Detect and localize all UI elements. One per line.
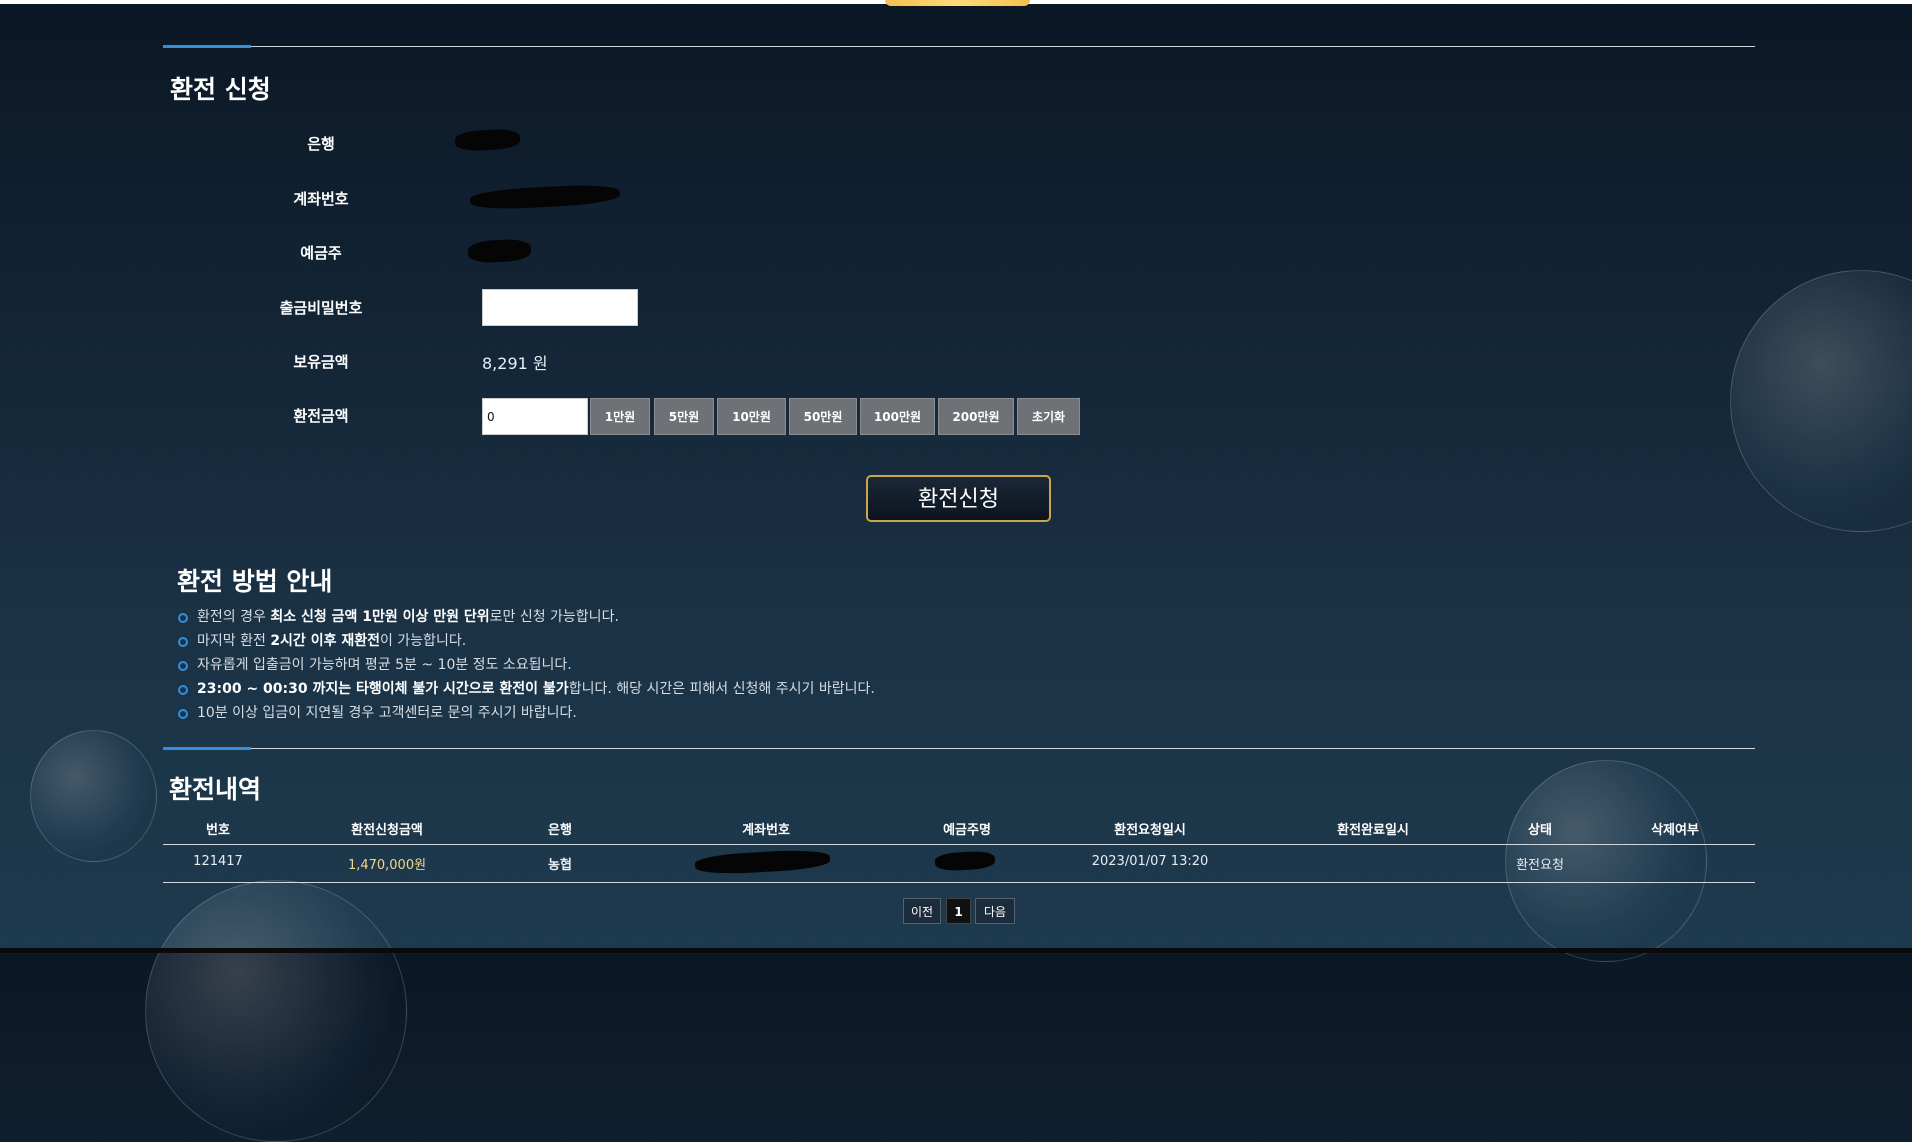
holder-value-redacted [467,238,532,264]
guide-item: 10분 이상 입금이 지연될 경우 고객센터로 문의 주시기 바랍니다. [175,701,875,725]
guide-title: 환전 방법 안내 [177,567,333,596]
add-10k-button[interactable]: 1만원 [590,398,650,435]
row-bank: 농협 [548,858,572,873]
current-page-button[interactable]: 1 [946,898,971,924]
account-value-redacted [469,183,621,211]
balance-label: 보유금액 [293,353,349,371]
reset-amount-button[interactable]: 초기화 [1017,398,1080,435]
guide-item: 환전의 경우 최소 신청 금액 1만원 이상 만원 단위로만 신청 가능합니다. [175,605,875,629]
column-header-deleted: 삭제여부 [1651,823,1699,838]
guide-item: 23:00 ~ 00:30 까지는 타행이체 불가 시간으로 환전이 불가합니다… [175,677,875,701]
row-status: 환전요청 [1516,858,1564,873]
balance-value: 8,291 원 [482,354,548,373]
column-header-status: 상태 [1528,823,1552,838]
account-label: 계좌번호 [293,190,349,208]
section-divider [163,747,1755,750]
prev-page-button[interactable]: 이전 [903,898,941,924]
withdraw-password-input[interactable] [482,289,638,326]
add-100k-button[interactable]: 10만원 [717,398,786,435]
guide-item: 자유롭게 입출금이 가능하며 평균 5분 ~ 10분 정도 소요됩니다. [175,653,875,677]
password-label: 출금비밀번호 [279,299,363,317]
row-amount: 1,470,000원 [347,858,427,873]
guide-list: 환전의 경우 최소 신청 금액 1만원 이상 만원 단위로만 신청 가능합니다.… [175,605,875,725]
column-header-holder: 예금주명 [943,823,991,838]
bank-label: 은행 [307,135,335,153]
table-bottom-divider [163,882,1755,883]
row-no: 121417 [193,854,243,869]
column-header-requested: 환전요청일시 [1114,823,1186,838]
bubble-decoration [1730,270,1912,532]
column-header-completed: 환전완료일시 [1337,823,1409,838]
apply-title: 환전 신청 [170,75,271,104]
holder-label: 예금주 [300,244,342,262]
guide-item: 마지막 환전 2시간 이후 재환전이 가능합니다. [175,629,875,653]
site-logo[interactable] [885,0,1030,6]
history-title: 환전내역 [169,775,262,804]
bullet-icon [178,637,188,647]
column-header-account: 계좌번호 [742,823,790,838]
add-1m-button[interactable]: 100만원 [860,398,935,435]
section-divider [163,45,1755,48]
row-requested: 2023/01/07 13:20 [1091,854,1209,869]
bullet-icon [178,613,188,623]
amount-input[interactable] [482,398,588,435]
next-page-button[interactable]: 다음 [975,898,1015,924]
bubble-decoration [30,730,157,862]
bubble-decoration [145,880,407,1142]
column-header-bank: 은행 [548,823,572,838]
bullet-icon [178,709,188,719]
bottom-border [0,948,1912,953]
add-500k-button[interactable]: 50만원 [789,398,857,435]
column-header-amount: 환전신청금액 [351,823,423,838]
add-50k-button[interactable]: 5만원 [654,398,714,435]
amount-label: 환전금액 [293,407,349,425]
exchange-submit-button[interactable]: 환전신청 [866,475,1051,522]
bank-value-redacted [454,128,521,152]
column-header-no: 번호 [206,823,230,838]
row-holder-redacted [934,850,996,872]
bullet-icon [178,661,188,671]
table-divider [163,844,1755,845]
row-account-redacted [694,848,831,876]
add-2m-button[interactable]: 200만원 [938,398,1014,435]
bullet-icon [178,685,188,695]
